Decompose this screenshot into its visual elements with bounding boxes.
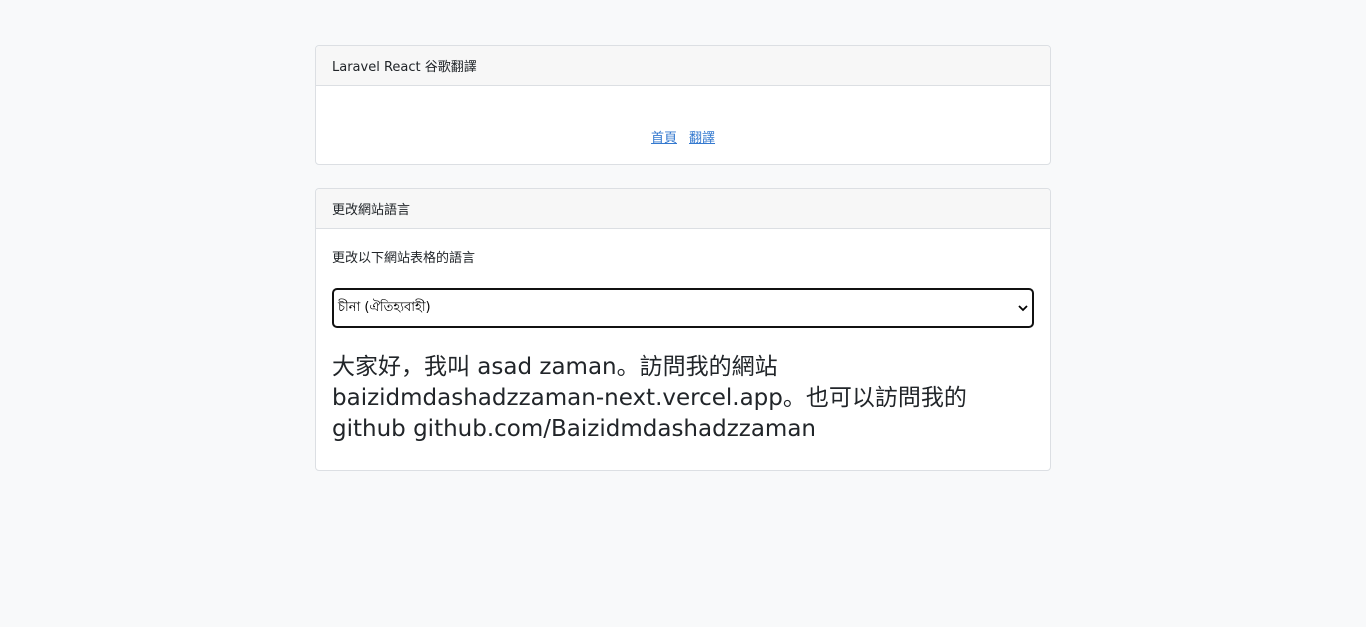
main-container: Laravel React 谷歌翻譯 首頁 翻譯 更改網站語言 更改以下網站表格… (315, 45, 1051, 471)
nav-links: 首頁 翻譯 (316, 86, 1050, 164)
instruction-text: 更改以下網站表格的語言 (332, 251, 476, 266)
language-select[interactable]: চীনা (ঐতিহ্যবাহী) (332, 288, 1034, 328)
language-card: 更改網站語言 更改以下網站表格的語言 চীনা (ঐতিহ্যবাহী) 大家好… (315, 188, 1051, 471)
app-header-card: Laravel React 谷歌翻譯 首頁 翻譯 (315, 45, 1051, 165)
home-link[interactable]: 首頁 (651, 127, 677, 146)
app-title: Laravel React 谷歌翻譯 (316, 46, 1050, 86)
translated-text: 大家好，我叫 asad zaman。訪問我的網站 baizidmdashadzz… (332, 354, 967, 442)
translate-link[interactable]: 翻譯 (689, 127, 715, 146)
language-card-title: 更改網站語言 (316, 189, 1050, 229)
language-select-value: চীনা (ঐতিহ্যবাহী) (338, 299, 431, 315)
chevron-down-icon (1018, 303, 1028, 313)
